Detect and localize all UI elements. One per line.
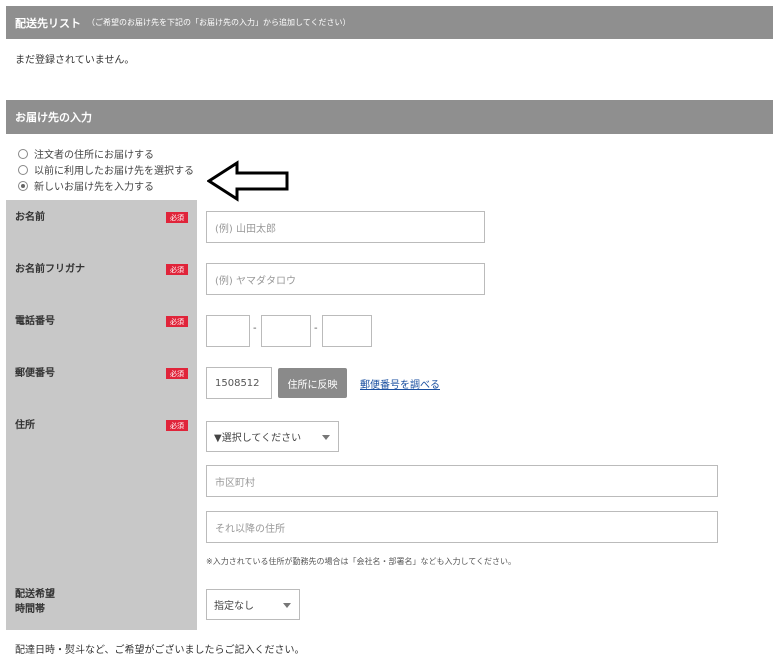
radio-label: 以前に利用したお届け先を選択する: [34, 166, 194, 177]
radio-previous-address[interactable]: 以前に利用したお届け先を選択する: [18, 162, 194, 177]
address-label: 住所: [15, 420, 35, 431]
footer-text: 配達日時・熨斗など、ご希望がございましたらご記入ください。: [15, 645, 305, 656]
phone-dash: -: [314, 323, 318, 334]
name-label: お名前: [15, 212, 45, 223]
chevron-down-icon: [322, 435, 330, 440]
destination-header: お届け先の入力: [6, 100, 773, 134]
time-label-line1: 配送希望: [15, 589, 55, 600]
required-badge: 必須: [166, 212, 188, 223]
postal-lookup-link[interactable]: 郵便番号を調べる: [360, 376, 440, 391]
name-input[interactable]: (例) 山田太郎: [206, 211, 485, 243]
required-badge: 必須: [166, 316, 188, 327]
phone-input-2[interactable]: [261, 315, 311, 347]
address-rest-input[interactable]: それ以降の住所: [206, 511, 718, 543]
required-badge: 必須: [166, 264, 188, 275]
left-arrow-icon: [207, 160, 289, 202]
required-badge: 必須: [166, 420, 188, 431]
radio-new-address[interactable]: 新しいお届け先を入力する: [18, 178, 154, 193]
radio-button[interactable]: [18, 148, 28, 159]
radio-button-checked[interactable]: [18, 180, 28, 191]
time-select-value: 指定なし: [214, 601, 254, 612]
required-badge: 必須: [166, 368, 188, 379]
empty-message: まだ登録されていません。: [15, 55, 135, 66]
radio-label: 注文者の住所にお届けする: [34, 150, 154, 161]
kana-input[interactable]: (例) ヤマダタロウ: [206, 263, 485, 295]
phone-dash: -: [253, 323, 257, 334]
radio-button[interactable]: [18, 164, 28, 175]
delivery-list-header: 配送先リスト （ご希望のお届け先を下記の「お届け先の入力」から追加してください）: [6, 6, 773, 39]
destination-title: お届け先の入力: [15, 111, 92, 124]
prefecture-select-value: ▼選択してください: [214, 433, 302, 444]
delivery-list-subtitle: （ご希望のお届け先を下記の「お届け先の入力」から追加してください）: [87, 18, 351, 27]
phone-input-3[interactable]: [322, 315, 372, 347]
delivery-list-title: 配送先リスト: [15, 16, 81, 30]
kana-label: お名前フリガナ: [15, 264, 85, 275]
phone-input-1[interactable]: [206, 315, 250, 347]
apply-address-button[interactable]: 住所に反映: [278, 368, 347, 398]
city-input[interactable]: 市区町村: [206, 465, 718, 497]
time-label-line2: 時間帯: [15, 604, 45, 615]
chevron-down-icon: [283, 603, 291, 608]
prefecture-select[interactable]: ▼選択してください: [206, 421, 339, 452]
phone-label: 電話番号: [15, 316, 55, 327]
postal-input[interactable]: 1508512: [206, 367, 272, 399]
radio-label: 新しいお届け先を入力する: [34, 182, 154, 193]
time-select[interactable]: 指定なし: [206, 589, 300, 620]
address-note: ※入力されている住所が勤務先の場合は「会社名・部署名」なども入力してください。: [206, 557, 516, 566]
postal-label: 郵便番号: [15, 368, 55, 379]
radio-orderer-address[interactable]: 注文者の住所にお届けする: [18, 146, 154, 161]
